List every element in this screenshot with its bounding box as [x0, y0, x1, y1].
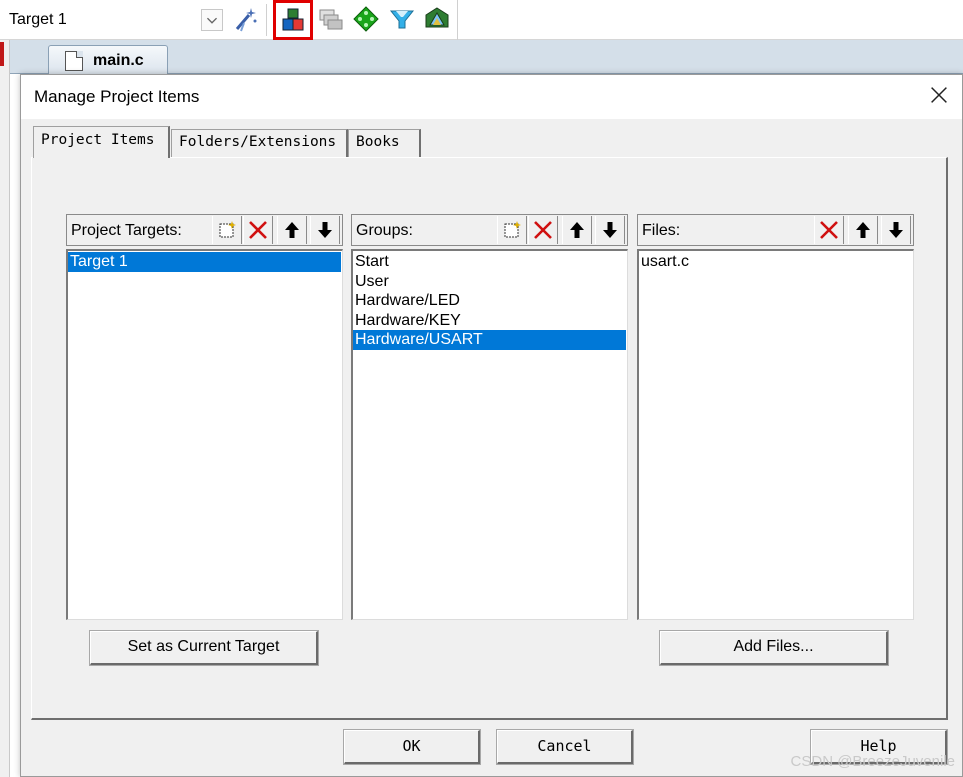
groups-header-label: Groups: — [356, 222, 413, 239]
tab-books[interactable]: Books — [348, 129, 421, 157]
toolbar-separator — [266, 4, 267, 36]
target-select[interactable]: Target 1 — [0, 6, 224, 34]
cancel-button[interactable]: Cancel — [496, 729, 634, 765]
files-header-label: Files: — [642, 222, 681, 239]
files-header: Files: — [637, 214, 914, 246]
project-items-panel: Project Targets: Target 1 Groups: Start … — [31, 157, 948, 720]
options-wand-icon[interactable] — [231, 5, 259, 33]
new-target-button[interactable] — [212, 216, 242, 244]
delete-group-button[interactable] — [528, 216, 558, 244]
list-item[interactable]: Start — [353, 252, 626, 272]
list-item[interactable]: Target 1 — [68, 252, 341, 272]
add-files-button[interactable]: Add Files... — [659, 630, 889, 666]
arrow-down-icon — [603, 222, 617, 238]
ide-toolbar: Target 1 — [0, 0, 963, 40]
select-packs-icon[interactable] — [317, 5, 345, 33]
delete-x-icon — [534, 221, 552, 239]
pack-installer-icon[interactable] — [388, 5, 416, 33]
list-item[interactable]: Hardware/KEY — [353, 311, 626, 331]
list-item[interactable]: usart.c — [639, 252, 912, 272]
delete-file-button[interactable] — [814, 216, 844, 244]
editor-tab-label: main.c — [93, 51, 144, 69]
arrow-down-icon — [889, 222, 903, 238]
set-as-current-target-button[interactable]: Set as Current Target — [89, 630, 319, 666]
dialog-titlebar: Manage Project Items — [21, 75, 962, 119]
targets-column: Project Targets: Target 1 — [66, 214, 343, 620]
component-icon[interactable] — [423, 5, 451, 33]
list-item[interactable]: User — [353, 272, 626, 292]
move-file-down-button[interactable] — [881, 216, 911, 244]
delete-x-icon — [249, 221, 267, 239]
arrow-up-icon — [570, 222, 584, 238]
files-list[interactable]: usart.c — [637, 249, 914, 620]
move-file-up-button[interactable] — [848, 216, 878, 244]
move-group-down-button[interactable] — [595, 216, 625, 244]
left-panel-edge — [0, 40, 10, 777]
arrow-up-icon — [285, 222, 299, 238]
list-item[interactable]: Hardware/USART — [353, 330, 626, 350]
watermark: CSDN @BreezeJuvenile — [790, 753, 955, 770]
new-group-button[interactable] — [497, 216, 527, 244]
chevron-down-icon[interactable] — [201, 9, 223, 31]
delete-target-button[interactable] — [243, 216, 273, 244]
new-item-icon — [504, 221, 521, 238]
tab-folders-extensions[interactable]: Folders/Extensions — [171, 129, 348, 157]
manage-project-items-dialog: Manage Project Items Project Items Folde… — [20, 74, 963, 777]
document-icon — [65, 50, 83, 71]
toolbar-highlight-box — [273, 0, 313, 40]
new-item-icon — [219, 221, 236, 238]
groups-header: Groups: — [351, 214, 628, 246]
groups-list[interactable]: Start User Hardware/LED Hardware/KEY Har… — [351, 249, 628, 620]
list-item[interactable]: Hardware/LED — [353, 291, 626, 311]
toolbar-end-separator — [457, 0, 458, 40]
delete-x-icon — [820, 221, 838, 239]
groups-column: Groups: Start User Hardware/LED Hardware… — [351, 214, 628, 620]
editor-tab-bar: main.c — [10, 40, 963, 75]
ok-button[interactable]: OK — [343, 729, 481, 765]
editor-tab-main-c[interactable]: main.c — [48, 45, 168, 75]
dialog-title: Manage Project Items — [34, 87, 200, 106]
move-group-up-button[interactable] — [562, 216, 592, 244]
left-panel-marker — [0, 42, 4, 66]
arrow-down-icon — [318, 222, 332, 238]
targets-header-label: Project Targets: — [71, 222, 182, 239]
arrow-up-icon — [856, 222, 870, 238]
targets-list[interactable]: Target 1 — [66, 249, 343, 620]
tab-project-items[interactable]: Project Items — [33, 126, 170, 158]
move-target-up-button[interactable] — [277, 216, 307, 244]
target-select-value: Target 1 — [9, 11, 67, 28]
move-target-down-button[interactable] — [310, 216, 340, 244]
targets-header: Project Targets: — [66, 214, 343, 246]
files-column: Files: usart.c — [637, 214, 914, 620]
close-icon[interactable] — [926, 83, 952, 109]
manage-runtime-icon[interactable] — [352, 5, 380, 33]
